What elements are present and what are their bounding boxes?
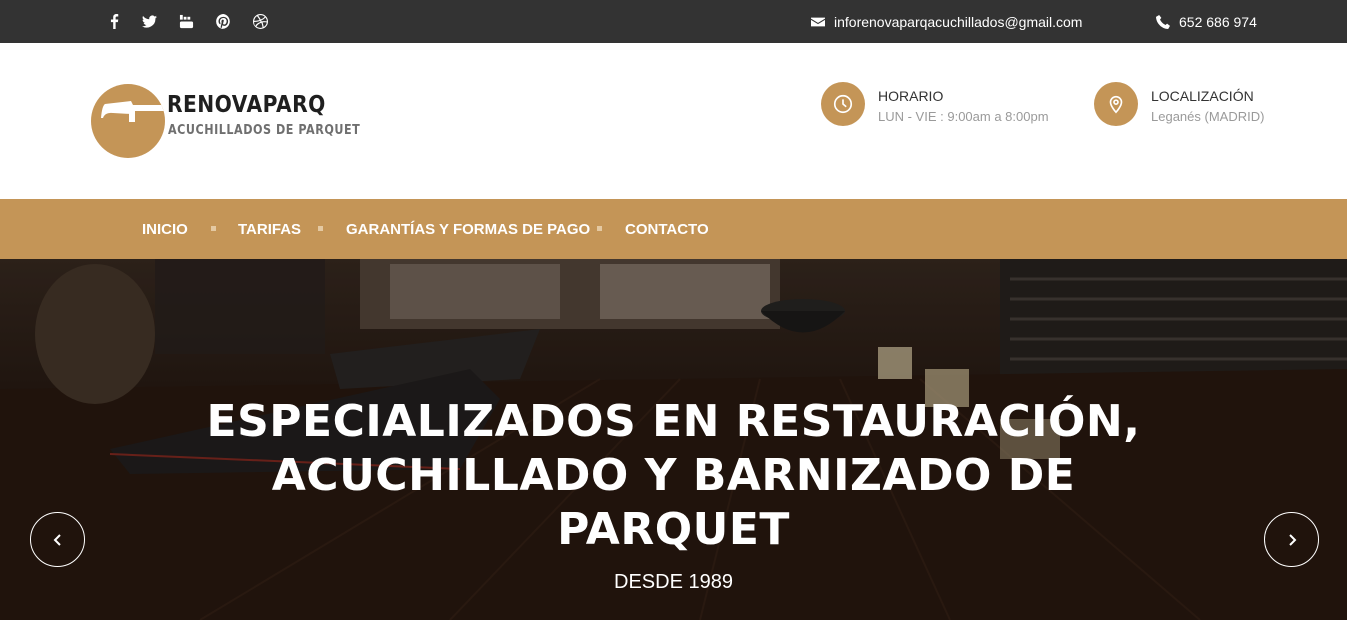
email-contact[interactable]: inforenovaparqacuchillados@gmail.com bbox=[811, 0, 1082, 43]
nav-separator bbox=[211, 226, 216, 231]
phone-icon bbox=[1156, 14, 1170, 29]
map-pin-icon bbox=[1094, 82, 1138, 126]
slider-prev-button[interactable] bbox=[30, 512, 85, 567]
hero-subtitle: DESDE 1989 bbox=[614, 571, 733, 593]
main-nav: INICIO TARIFAS GARANTÍAS Y FORMAS DE PAG… bbox=[0, 199, 1347, 259]
chevron-left-icon bbox=[53, 533, 61, 546]
slider-next-button[interactable] bbox=[1264, 512, 1319, 567]
site-logo[interactable]: RENOVAPARQ ACUCHILLADOS DE PARQUET bbox=[91, 84, 360, 160]
logo-subtitle: ACUCHILLADOS DE PARQUET bbox=[168, 123, 361, 138]
nav-item-garantias[interactable]: GARANTÍAS Y FORMAS DE PAGO bbox=[346, 199, 590, 259]
site-header: RENOVAPARQ ACUCHILLADOS DE PARQUET HORAR… bbox=[0, 43, 1347, 199]
nav-separator bbox=[597, 226, 602, 231]
nav-item-tarifas[interactable]: TARIFAS bbox=[238, 199, 301, 259]
nav-separator bbox=[318, 226, 323, 231]
chevron-right-icon bbox=[1288, 533, 1296, 546]
localizacion-text: Leganés (MADRID) bbox=[1151, 109, 1265, 124]
horario-text: LUN - VIE : 9:00am a 8:00pm bbox=[878, 109, 1049, 124]
hero-slider: ESPECIALIZADOS EN RESTAURACIÓN, ACUCHILL… bbox=[0, 259, 1347, 620]
nav-item-inicio[interactable]: INICIO bbox=[142, 199, 188, 259]
horario-title: HORARIO bbox=[878, 88, 944, 104]
hero-title: ESPECIALIZADOS EN RESTAURACIÓN, ACUCHILL… bbox=[0, 395, 1347, 557]
hero-title-line: ACUCHILLADO Y BARNIZADO DE bbox=[271, 450, 1076, 501]
pinterest-icon[interactable] bbox=[211, 0, 235, 43]
localizacion-title: LOCALIZACIÓN bbox=[1151, 88, 1254, 104]
phone-text: 652 686 974 bbox=[1179, 13, 1257, 30]
hero-title-line: PARQUET bbox=[557, 504, 790, 555]
hammer-logo-icon bbox=[91, 84, 165, 158]
logo-title: RENOVAPARQ bbox=[167, 92, 326, 118]
email-text: inforenovaparqacuchillados@gmail.com bbox=[834, 13, 1083, 30]
youtube-icon[interactable] bbox=[174, 0, 198, 43]
nav-item-contacto[interactable]: CONTACTO bbox=[625, 199, 709, 259]
top-bar: inforenovaparqacuchillados@gmail.com 652… bbox=[0, 0, 1347, 43]
hero-title-line: ESPECIALIZADOS EN RESTAURACIÓN, bbox=[206, 396, 1141, 447]
clock-icon bbox=[821, 82, 865, 126]
twitter-icon[interactable] bbox=[137, 0, 161, 43]
envelope-icon bbox=[811, 17, 825, 26]
phone-contact[interactable]: 652 686 974 bbox=[1156, 0, 1257, 43]
dribbble-icon[interactable] bbox=[248, 0, 272, 43]
facebook-icon[interactable] bbox=[102, 0, 126, 43]
